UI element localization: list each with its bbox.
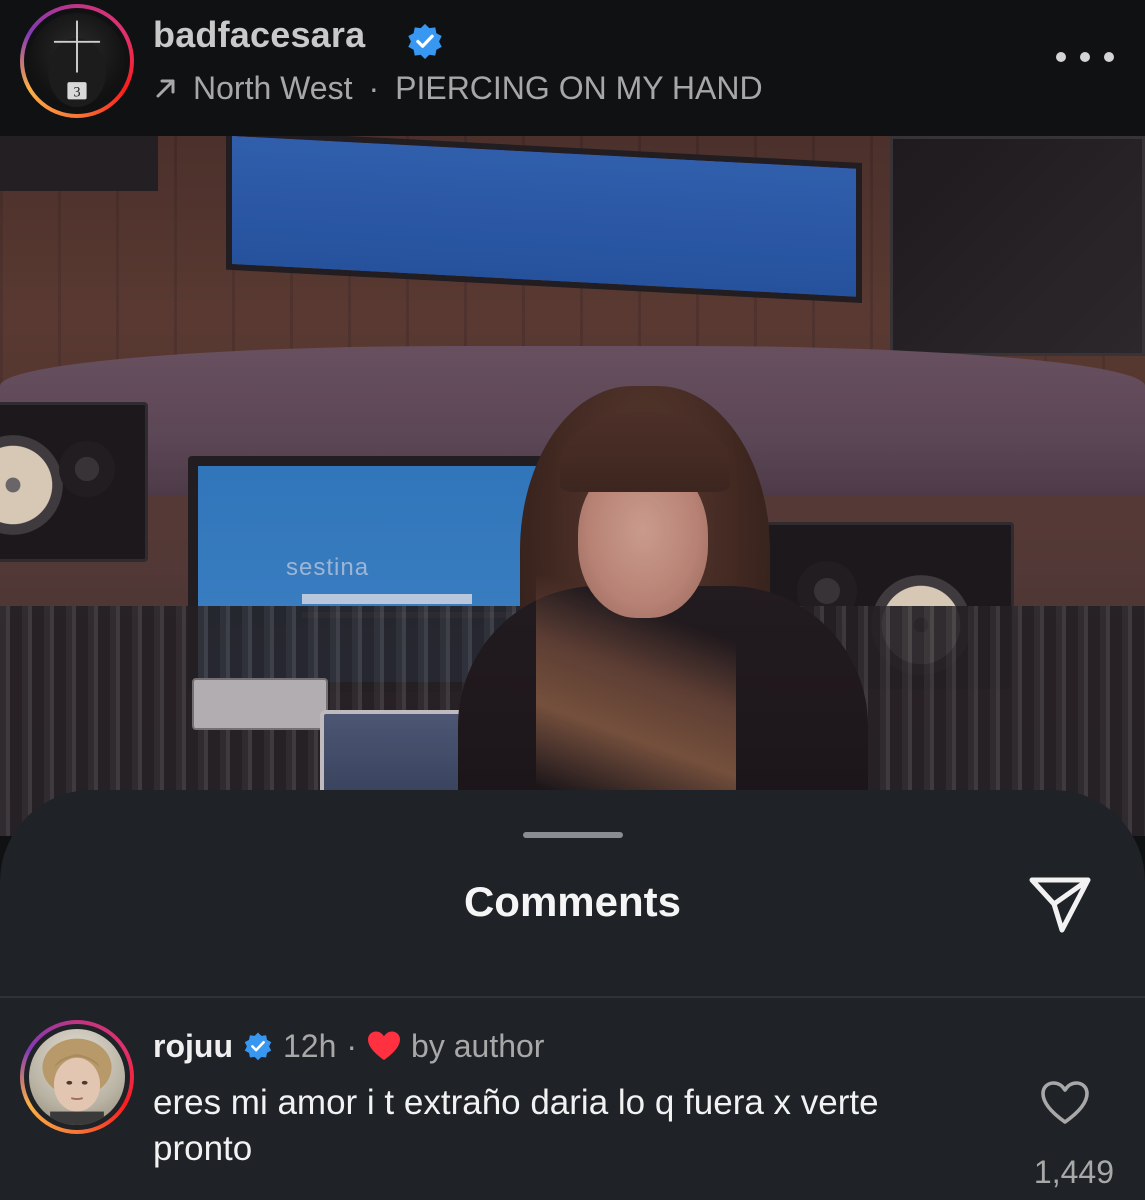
verified-badge-icon: [408, 23, 442, 60]
share-icon[interactable]: [1026, 872, 1094, 936]
instagram-reel-view: 3 badfacesara North West · PIERCING ON M…: [0, 0, 1145, 1200]
post-image[interactable]: sestina: [0, 136, 1145, 836]
post-username[interactable]: badfacesara: [153, 14, 365, 56]
commenter-avatar-image: [29, 1029, 125, 1125]
sheet-drag-handle[interactable]: [523, 832, 623, 838]
audio-separator: ·: [368, 69, 380, 106]
comments-sheet: Comments rojuu 12h · by author eres mi a…: [0, 790, 1145, 1200]
audio-artist: North West: [193, 69, 353, 106]
divider: [0, 996, 1145, 998]
more-options-button[interactable]: [1056, 44, 1114, 70]
liked-by-author-label: by author: [411, 1027, 545, 1064]
comment-meta-separator: ·: [346, 1027, 358, 1064]
author-avatar[interactable]: 3: [20, 4, 134, 118]
post-header: 3 badfacesara North West · PIERCING ON M…: [0, 0, 1145, 136]
avatar-digit: 3: [73, 85, 80, 101]
comments-title: Comments: [463, 878, 682, 925]
heart-outline-icon[interactable]: [1040, 1080, 1090, 1126]
audio-title: PIERCING ON MY HAND: [395, 69, 763, 106]
arrow-up-right-icon: [156, 79, 175, 98]
author-avatar-image: 3: [29, 13, 125, 109]
like-count: 1,449: [1033, 1154, 1114, 1190]
comment-username[interactable]: rojuu: [153, 1028, 233, 1065]
commenter-avatar[interactable]: [20, 1020, 134, 1134]
comment-time: 12h: [282, 1027, 337, 1064]
comment-meta: rojuu 12h · by author: [153, 1024, 544, 1068]
heart-filled-icon: [368, 1031, 401, 1060]
more-horizontal-icon: [1056, 52, 1066, 62]
audio-attribution[interactable]: North West · PIERCING ON MY HAND: [153, 68, 763, 108]
comment-text: eres mi amor i t extraño daria lo q fuer…: [153, 1083, 879, 1168]
verified-badge-icon: [244, 1032, 272, 1061]
